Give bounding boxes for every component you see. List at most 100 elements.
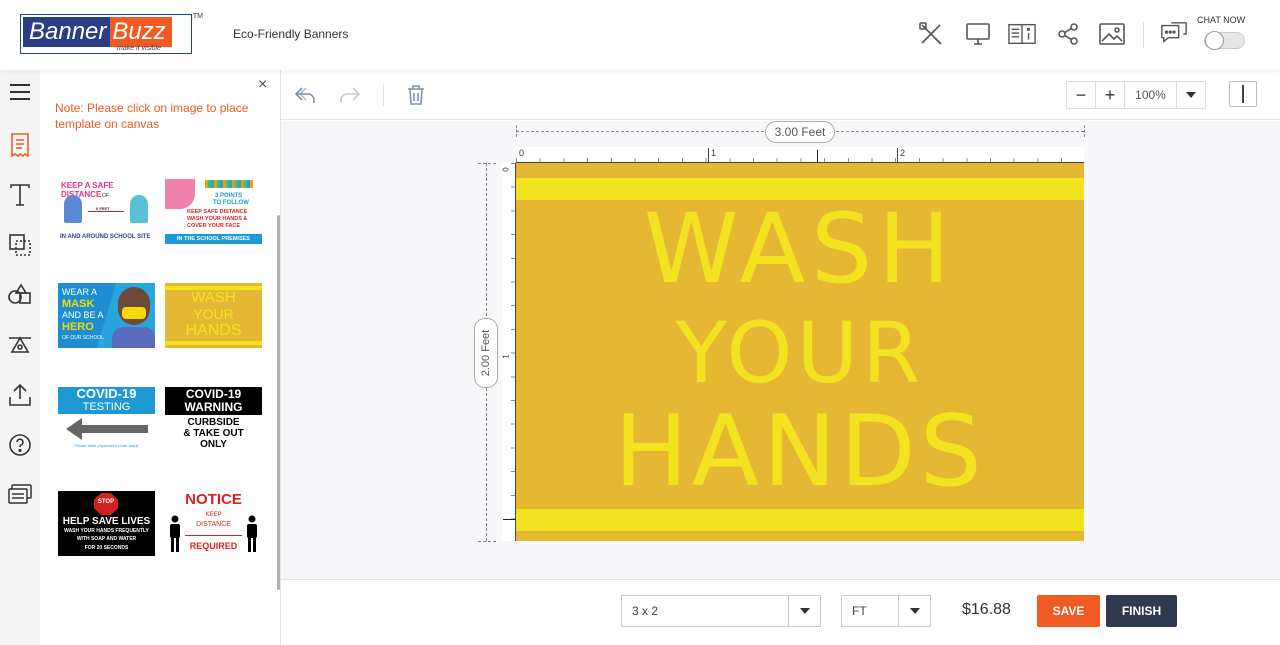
panel-scrollbar[interactable]	[277, 215, 280, 590]
book-info-icon[interactable]	[1008, 20, 1036, 48]
upload-icon[interactable]	[6, 381, 34, 409]
text-icon[interactable]	[6, 181, 34, 209]
tpl-kid-figure	[130, 195, 148, 223]
size-select-value: 3 x 2	[632, 604, 659, 618]
redo-icon[interactable]	[337, 83, 363, 107]
trash-icon[interactable]	[403, 83, 429, 107]
tpl-text: OF	[102, 193, 109, 199]
canvas-text-your[interactable]: YOUR	[516, 311, 1084, 395]
ruler-label: 1	[708, 148, 716, 162]
width-label: 3.00 Feet	[765, 121, 835, 143]
toggle-panel-icon[interactable]	[1229, 81, 1257, 107]
monitor-icon[interactable]	[964, 20, 992, 48]
ruler-label: 0	[519, 148, 525, 158]
tpl-text: & TAKE OUT	[183, 428, 244, 439]
template-covid-testing[interactable]: COVID-19 TESTING Please have physician's…	[58, 387, 155, 452]
ruler-cursor-marker	[503, 519, 516, 520]
tpl-arrow-left	[66, 418, 148, 440]
tpl-decor	[165, 179, 195, 209]
price-label: $16.88	[962, 601, 1011, 618]
layers-icon[interactable]	[6, 231, 34, 259]
tpl-text: WASH	[191, 289, 236, 306]
share-icon[interactable]	[1054, 20, 1082, 48]
tpl-person-body	[112, 327, 155, 348]
help-icon[interactable]	[6, 431, 34, 459]
templates-icon[interactable]	[6, 131, 34, 159]
unit-select[interactable]: FT	[841, 595, 931, 627]
finish-button[interactable]: FINISH	[1106, 595, 1177, 627]
chat-icon[interactable]	[1160, 20, 1188, 48]
zoom-value[interactable]: 100%	[1125, 82, 1177, 108]
template-help-save-lives[interactable]: STOP HELP SAVE LIVES WASH YOUR HANDS FRE…	[58, 491, 155, 556]
template-three-points[interactable]: 3 POINTS TO FOLLOW KEEP SAFE DISTANCE WA…	[165, 179, 262, 244]
unit-select-value: FT	[852, 604, 867, 618]
top-header: Banner Buzz make it visible TM Eco-Frien…	[0, 0, 1280, 70]
dimension-tick	[478, 163, 496, 164]
logo-tagline: make it visible	[117, 45, 161, 52]
tpl-text: WEAR A	[62, 287, 98, 297]
canvas-text-wash[interactable]: WASH	[516, 201, 1084, 297]
tpl-text: COVER YOUR FACE	[187, 223, 241, 229]
tpl-text: TESTING	[82, 401, 131, 413]
template-wear-mask[interactable]: WEAR A MASK AND BE A HERO OF OUR SCHOOL	[58, 283, 155, 348]
ruler-label: 0	[501, 167, 511, 172]
dimension-tick	[516, 125, 517, 137]
header-divider	[1143, 22, 1144, 48]
tpl-text: TO FOLLOW	[213, 200, 249, 206]
height-label-text: 2.00 Feet	[480, 329, 492, 377]
tpl-person-icon	[170, 515, 180, 552]
tpl-text: ONLY	[200, 439, 227, 450]
toolbar-divider	[383, 84, 384, 106]
feedback-icon[interactable]	[6, 481, 34, 509]
tpl-mask	[122, 307, 146, 319]
tpl-person-head	[118, 287, 150, 325]
tpl-text: MASK	[62, 298, 95, 310]
tpl-text: AND BE A	[62, 310, 104, 320]
template-covid-warning[interactable]: COVID-19 WARNING CURBSIDE & TAKE OUT ONL…	[165, 387, 262, 452]
logo-part1: Banner	[23, 17, 111, 47]
tpl-text: HERO	[62, 321, 94, 333]
tpl-text: HELP SAVE LIVES	[62, 516, 151, 527]
design-canvas[interactable]: WASH YOUR HANDS	[516, 163, 1084, 541]
image-icon[interactable]	[1098, 20, 1126, 48]
dimension-tick	[1084, 125, 1085, 137]
tpl-text: IN AND AROUND SCHOOL SITE	[60, 234, 151, 240]
chat-toggle[interactable]	[1204, 31, 1245, 50]
tpl-stripe	[165, 341, 262, 345]
tpl-text: HANDS	[185, 322, 242, 339]
height-label: 2.00 Feet	[474, 318, 498, 388]
dimension-tick	[478, 541, 496, 542]
template-safe-distance[interactable]: KEEP A SAFE DISTANCE OF 6 FEET IN AND AR…	[58, 179, 155, 244]
chat-now-label: CHAT NOW	[1197, 15, 1246, 25]
zoom-in-button[interactable]: +	[1096, 82, 1125, 108]
tpl-text: YOUR	[193, 306, 234, 322]
tools-icon[interactable]	[917, 20, 945, 48]
shapes-icon[interactable]	[6, 281, 34, 309]
zoom-dropdown-icon[interactable]	[1177, 82, 1205, 108]
logo-trademark: TM	[192, 13, 203, 20]
close-panel-icon[interactable]: ×	[258, 76, 267, 94]
tpl-text: WARNING	[184, 400, 243, 414]
tpl-arrow	[185, 535, 242, 536]
tpl-text: CURBSIDE	[187, 417, 240, 428]
tpl-text: OF OUR SCHOOL	[62, 335, 104, 341]
tpl-text: WASH YOUR HANDS &	[187, 216, 248, 222]
size-select[interactable]: 3 x 2	[621, 595, 821, 627]
menu-icon[interactable]	[6, 78, 34, 106]
save-button[interactable]: SAVE	[1037, 595, 1100, 627]
left-icon-nav	[0, 70, 40, 645]
tpl-kid-figure	[64, 195, 82, 223]
tpl-text: IN THE SCHOOL PREMISES	[165, 234, 262, 244]
panel-note: Note: Please click on image to place tem…	[55, 101, 249, 131]
bannerbuzz-logo[interactable]: Banner Buzz make it visible TM	[20, 13, 203, 54]
template-wash-hands[interactable]: WASH YOUR HANDS	[165, 283, 262, 348]
tpl-person-icon	[247, 515, 257, 552]
zoom-out-button[interactable]: −	[1067, 82, 1096, 108]
tpl-text: NOTICE	[185, 491, 242, 508]
clipart-icon[interactable]	[6, 331, 34, 359]
template-notice-distance[interactable]: NOTICE KEEP DISTANCE REQUIRED	[165, 491, 262, 556]
undo-icon[interactable]	[292, 83, 318, 107]
canvas-text-hands[interactable]: HANDS	[516, 403, 1084, 501]
top-ruler	[516, 147, 1084, 163]
templates-panel: × Note: Please click on image to place t…	[40, 70, 281, 645]
